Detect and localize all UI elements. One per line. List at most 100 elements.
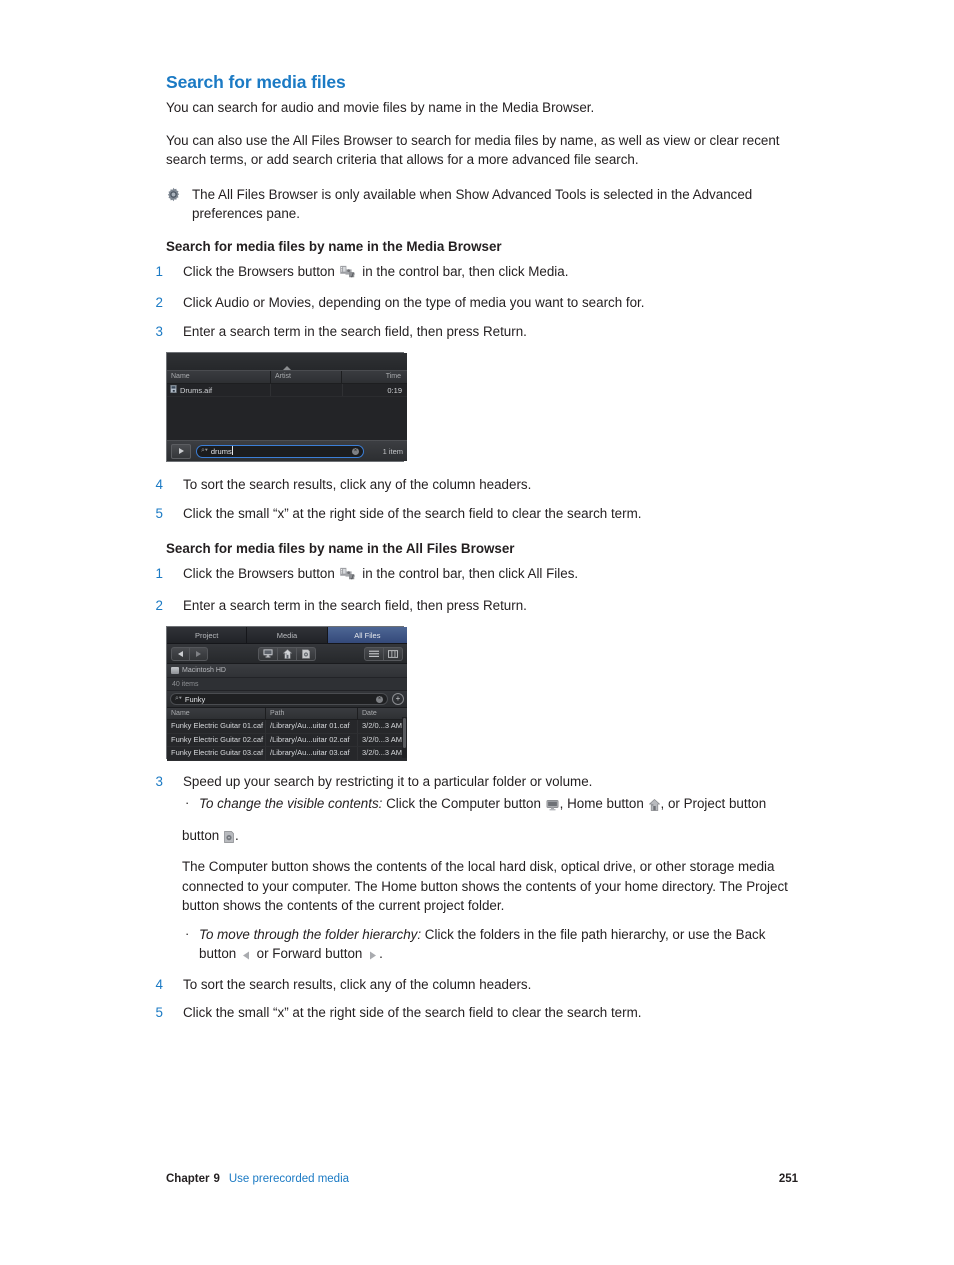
table-row[interactable]: Funky Electric Guitar 03.caf /Library/Au…: [167, 747, 407, 761]
column-view-button[interactable]: [384, 646, 403, 661]
step-item: 4 To sort the search results, click any …: [156, 475, 798, 495]
hard-disk-icon: [171, 667, 179, 674]
bullet-dot-icon: ·: [185, 925, 190, 941]
back-button[interactable]: [171, 646, 190, 661]
step-number: 5: [155, 1005, 163, 1020]
audio-file-icon: [170, 385, 177, 395]
home-house-icon: [282, 648, 292, 659]
step-text: Speed up your search by restricting it t…: [183, 774, 593, 789]
home-button[interactable]: [278, 646, 297, 661]
forward-button[interactable]: [190, 646, 208, 661]
view-mode-group: [364, 646, 403, 661]
media-browser-window: Name Artist Time Drums.aif 0:19 ⌕▾ drums…: [167, 353, 407, 461]
clear-x-icon[interactable]: ×: [376, 695, 383, 703]
step-item: 1 Click the Browsers button in the contr…: [156, 262, 798, 285]
step-text: Click Audio or Movies, depending on the …: [183, 295, 645, 310]
all-files-window: Project Media All Files Macintosh HD 40 …: [167, 627, 407, 761]
step-number: 5: [155, 505, 163, 521]
home-house-icon: [648, 797, 660, 817]
step-number: 2: [155, 295, 163, 310]
all-files-result-list: Funky Electric Guitar 01.caf /Library/Au…: [167, 720, 407, 761]
scrollbar-thumb[interactable]: [403, 718, 406, 748]
cell-name: Drums.aif: [167, 384, 271, 396]
page-footer: Chapter 9 Use prerecorded media 251: [166, 1173, 798, 1185]
table-row[interactable]: Funky Electric Guitar 01.caf /Library/Au…: [167, 720, 407, 734]
media-browser-column-headers: Name Artist Time: [167, 371, 407, 384]
search-value: drums: [211, 445, 349, 456]
add-criteria-icon[interactable]: +: [392, 693, 404, 705]
step-item: 5 Click the small “x” at the right side …: [156, 504, 798, 524]
media-browser-screenshot: Name Artist Time Drums.aif 0:19 ⌕▾ drums…: [166, 352, 407, 462]
list-view-button[interactable]: [364, 646, 384, 661]
browsers-icon: [339, 567, 358, 587]
chapter-number: 9: [213, 1173, 220, 1185]
location-button-group: [258, 646, 316, 661]
search-input[interactable]: ⌕▾ drums ×: [196, 444, 364, 458]
note-text: The All Files Browser is only available …: [192, 186, 753, 222]
step-text: Click the small “x” at the right side of…: [183, 505, 642, 521]
cell-date: 3/2/0...3 AM: [362, 748, 403, 757]
step-text: Enter a search term in the search field,…: [183, 323, 527, 339]
chapter-title-link[interactable]: Use prerecorded media: [229, 1173, 349, 1185]
table-row[interactable]: Funky Electric Guitar 02.caf /Library/Au…: [167, 733, 407, 747]
chapter-label: Chapter: [166, 1173, 210, 1185]
forward-arrow-icon: [196, 650, 201, 657]
search-input[interactable]: ⌕▾ Funky ×: [170, 693, 388, 705]
project-disc-icon: [224, 829, 234, 849]
project-button-period: .: [234, 827, 239, 843]
computer-monitor-icon: [263, 649, 273, 658]
project-button[interactable]: [297, 646, 316, 661]
search-bar-row: ⌕▾ Funky × +: [167, 691, 407, 708]
computer-button[interactable]: [258, 646, 278, 661]
cell-name: Funky Electric Guitar 01.caf: [167, 720, 266, 733]
step-number: 3: [155, 323, 163, 339]
column-view-icon: [388, 649, 398, 658]
all-files-browser-screenshot: Project Media All Files Macintosh HD 40 …: [166, 626, 407, 761]
table-row[interactable]: Drums.aif 0:19: [167, 384, 407, 397]
cell-time: 0:19: [387, 385, 402, 395]
bullet-emphasis: To change the visible contents:: [199, 795, 383, 811]
back-arrow-icon: [178, 650, 183, 657]
step-text: Click the Browsers button in the control…: [183, 264, 568, 279]
step-item: 5 Click the small “x” at the right side …: [156, 1003, 798, 1023]
advanced-tools-note: The All Files Browser is only available …: [166, 185, 798, 224]
page-title: Search for media files: [166, 72, 346, 92]
search-magnifier-icon: ⌕▾: [201, 447, 208, 454]
page-number: 251: [778, 1173, 798, 1185]
media-browser-steps: 1 Click the Browsers button in the contr…: [156, 262, 798, 342]
all-files-steps-continued: 3 Speed up your search by restricting it…: [156, 772, 798, 817]
column-header-time[interactable]: Time: [342, 371, 406, 383]
browsers-icon: [339, 265, 358, 285]
resize-notch-icon: [283, 366, 291, 370]
column-header-name[interactable]: Name: [167, 371, 271, 383]
page-content: Search for media files You can search fo…: [156, 72, 798, 1032]
tab-project[interactable]: Project: [167, 627, 248, 643]
secondary-paragraph: You can also use the All Files Browser t…: [166, 132, 780, 168]
column-header-date[interactable]: Date: [358, 708, 407, 719]
cell-date: 3/2/0...3 AM: [362, 734, 403, 744]
file-name: Drums.aif: [180, 385, 213, 395]
tab-media[interactable]: Media: [247, 627, 328, 643]
step-number: 2: [155, 597, 163, 613]
step-number: 1: [155, 566, 163, 581]
clear-x-icon[interactable]: ×: [352, 447, 359, 455]
step3-bullets-2: · To move through the folder hierarchy: …: [166, 925, 798, 967]
media-browser-procedure-heading: Search for media files by name in the Me…: [166, 238, 502, 254]
list-item: · To move through the folder hierarchy: …: [183, 925, 798, 967]
bullet1-explanation: The Computer button shows the contents o…: [182, 859, 788, 913]
list-view-icon: [369, 650, 379, 657]
cell-date: 3/2/0...3 AM: [362, 721, 403, 730]
back-arrow-icon: [241, 947, 252, 967]
column-header-name[interactable]: Name: [167, 708, 266, 719]
vertical-scrollbar[interactable]: [402, 717, 407, 758]
cell-name: Funky Electric Guitar 03.caf: [167, 747, 266, 760]
tab-all-files[interactable]: All Files: [327, 627, 407, 643]
column-header-artist[interactable]: Artist: [271, 371, 342, 383]
project-button-line: button .: [166, 826, 798, 849]
item-count: 1 item: [382, 446, 403, 456]
cell-name: Funky Electric Guitar 02.caf: [167, 733, 266, 746]
play-button[interactable]: [171, 443, 191, 459]
file-path-bar[interactable]: Macintosh HD: [167, 664, 407, 678]
step-item: 2 Click Audio or Movies, depending on th…: [156, 293, 798, 313]
column-header-path[interactable]: Path: [266, 708, 358, 719]
